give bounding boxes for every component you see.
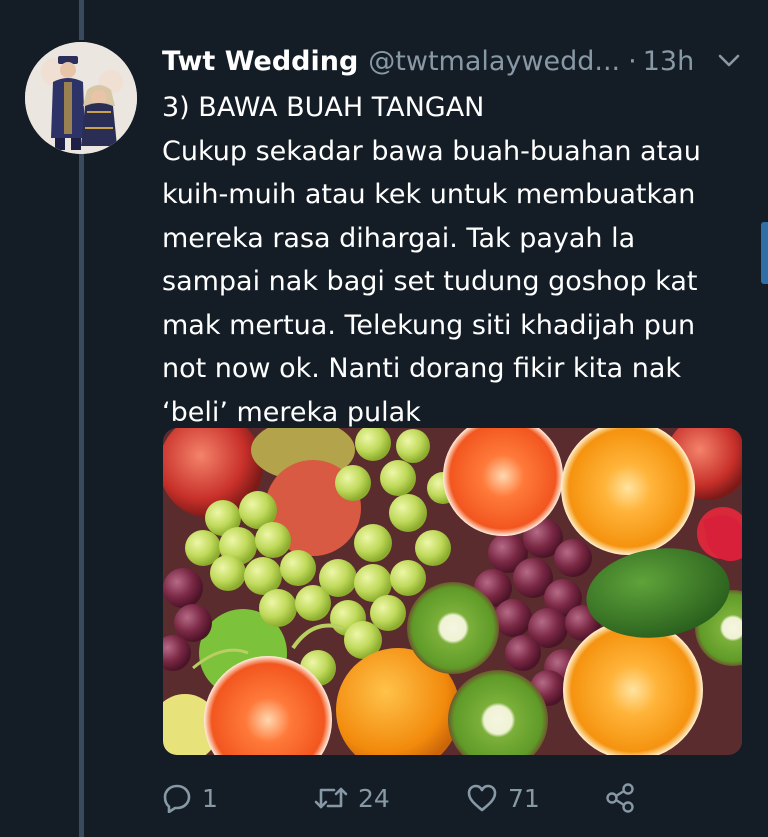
- retweet-button[interactable]: 24: [314, 783, 466, 813]
- fruit-photo: [163, 428, 742, 755]
- retweet-count: 24: [358, 783, 390, 813]
- retweet-icon: [314, 787, 348, 809]
- chevron-down-icon[interactable]: [716, 48, 742, 74]
- tweet-line: not now ok. Nanti dorang fikir kita nak: [162, 353, 682, 384]
- reply-button[interactable]: 1: [162, 783, 314, 813]
- scrollbar-thumb[interactable]: [761, 222, 768, 284]
- thread-line-top: [79, 0, 84, 40]
- avatar-image: [25, 42, 137, 154]
- share-button[interactable]: [604, 782, 636, 814]
- reply-icon: [163, 784, 191, 813]
- tweet-line: mereka rasa dihargai. Tak payah la: [162, 222, 636, 254]
- separator-dot: ·: [628, 45, 637, 77]
- like-button[interactable]: 71: [466, 783, 604, 813]
- reply-count: 1: [202, 783, 218, 813]
- tweet-media-image[interactable]: [163, 428, 742, 755]
- like-count: 71: [508, 783, 540, 813]
- tweet-line: sampai nak bagi set tudung goshop kat: [162, 266, 698, 297]
- tweet-text: 3) BAWA BUAH TANGAN Cukup sekadar bawa b…: [162, 86, 752, 434]
- share-icon: [606, 783, 634, 813]
- user-handle[interactable]: @twtmalaywedd...: [368, 46, 620, 77]
- tweet-line: mak mertua. Telekung siti khadijah pun: [162, 309, 696, 341]
- tweet-actions: 1 24 71: [162, 778, 722, 818]
- tweet-line: 3) BAWA BUAH TANGAN: [162, 92, 485, 123]
- avatar[interactable]: [25, 42, 137, 154]
- tweet-line: kuih-muih atau kek untuk membuatkan: [162, 179, 696, 210]
- tweet-header: Twt Wedding @twtmalaywedd... · 13h: [162, 40, 748, 82]
- timestamp[interactable]: 13h: [643, 46, 694, 77]
- display-name[interactable]: Twt Wedding: [162, 46, 358, 77]
- thread-line-bottom: [79, 148, 84, 837]
- heart-icon: [467, 784, 497, 812]
- tweet-line: Cukup sekadar bawa buah-buahan atau: [162, 135, 701, 167]
